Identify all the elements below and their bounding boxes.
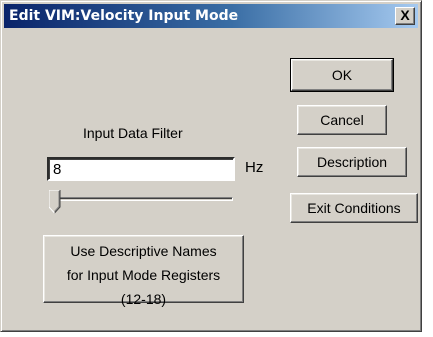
close-button[interactable]: X: [395, 7, 415, 25]
exit-conditions-button-label: Exit Conditions: [307, 200, 401, 216]
unit-label: Hz: [245, 159, 264, 176]
descriptive-names-line1: Use Descriptive Names: [70, 243, 217, 259]
cancel-button[interactable]: Cancel: [297, 105, 387, 135]
descriptive-names-line2: for Input Mode Registers: [66, 267, 221, 283]
input-data-filter-field[interactable]: 8: [47, 157, 235, 181]
ok-button-label: OK: [331, 67, 353, 83]
filter-slider-track[interactable]: [53, 197, 233, 201]
cancel-button-label: Cancel: [320, 112, 364, 128]
use-descriptive-names-button[interactable]: Use Descriptive Names for Input Mode Reg…: [43, 235, 244, 307]
descriptive-names-line3: (12-18): [120, 291, 167, 307]
filter-slider-thumb[interactable]: [49, 190, 61, 214]
dialog-window: Edit VIM:Velocity Input Mode X OK Cancel…: [0, 0, 422, 332]
ok-button[interactable]: OK: [290, 58, 394, 92]
input-data-filter-label: Input Data Filter: [83, 125, 183, 141]
exit-conditions-button[interactable]: Exit Conditions: [290, 193, 418, 223]
description-button-label: Description: [316, 154, 388, 170]
description-button[interactable]: Description: [297, 147, 407, 177]
title-bar[interactable]: Edit VIM:Velocity Input Mode X: [4, 4, 418, 28]
window-title: Edit VIM:Velocity Input Mode: [9, 8, 239, 24]
close-icon: X: [400, 7, 410, 23]
